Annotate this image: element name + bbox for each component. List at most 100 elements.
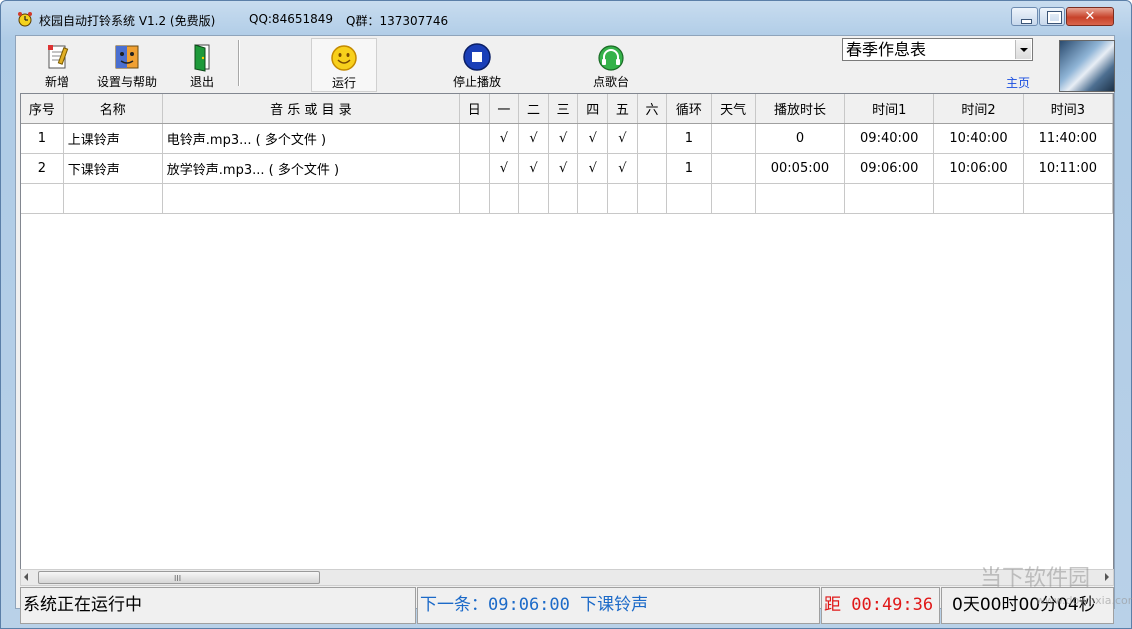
- run-button[interactable]: 运行: [311, 38, 377, 92]
- stop-icon: [463, 43, 491, 71]
- table-row[interactable]: 2 下课铃声 放学铃声.mp3... ( 多个文件 ) √ √ √ √ √ 1 00:05:00 0…: [21, 153, 1113, 184]
- table-cell[interactable]: 10:40:00: [933, 123, 1024, 154]
- table-row[interactable]: [21, 183, 1113, 214]
- table-cell[interactable]: [459, 153, 490, 184]
- table-cell[interactable]: √: [607, 153, 638, 184]
- column-header[interactable]: 循环: [666, 94, 712, 124]
- new-button-label: 新增: [44, 75, 69, 89]
- table-cell[interactable]: 11:40:00: [1023, 123, 1113, 154]
- schedule-table: 序号 名称音 乐 或 目 录日一二三四五六循环 天气 播放时长 时间1 时间2 时间3 1上…: [20, 93, 1114, 570]
- status-bar: 系统正在运行中 下一条：09:06:00 下课铃声 距 00:49:36 0天0…: [20, 568, 1114, 624]
- exit-button[interactable]: 退出: [179, 38, 225, 90]
- table-cell[interactable]: √: [548, 153, 579, 184]
- chevron-down-icon[interactable]: [1015, 40, 1031, 59]
- table-cell[interactable]: [933, 183, 1024, 214]
- table-cell[interactable]: [711, 153, 756, 184]
- banner-image[interactable]: [1059, 40, 1115, 92]
- table-cell[interactable]: [637, 153, 668, 184]
- table-cell[interactable]: 放学铃声.mp3... ( 多个文件 ): [162, 153, 460, 184]
- table-cell[interactable]: 2: [21, 153, 64, 184]
- table-cell[interactable]: [63, 183, 163, 214]
- qq-contact: QQ:84651849: [249, 12, 334, 26]
- table-cell[interactable]: √: [548, 123, 579, 154]
- table-cell[interactable]: [459, 183, 490, 214]
- smiley-icon: [331, 45, 357, 71]
- song-request-label: 点歌台: [592, 75, 629, 89]
- column-header[interactable]: 播放时长: [755, 94, 846, 124]
- exit-button-label: 退出: [189, 75, 214, 89]
- watermark-url: www.downxia.com: [1036, 594, 1132, 607]
- table-cell[interactable]: 10:06:00: [933, 153, 1024, 184]
- column-header[interactable]: 时间2: [933, 94, 1024, 124]
- column-header[interactable]: 日: [459, 94, 490, 124]
- window-title: 校园自动打铃系统 V1.2 (免费版): [39, 14, 216, 28]
- toolbar-separator: [238, 40, 240, 86]
- column-header[interactable]: 五: [607, 94, 638, 124]
- table-cell[interactable]: [607, 183, 638, 214]
- column-header[interactable]: 音 乐 或 目 录: [162, 94, 460, 124]
- table-cell[interactable]: [755, 183, 846, 214]
- table-cell[interactable]: [844, 183, 935, 214]
- schedule-dropdown[interactable]: 春季作息表: [842, 38, 1033, 61]
- close-button[interactable]: ✕: [1066, 7, 1114, 26]
- column-header[interactable]: 四: [577, 94, 609, 124]
- table-cell[interactable]: √: [489, 153, 520, 184]
- stop-playback-label: 停止播放: [452, 75, 501, 89]
- home-link[interactable]: 主页: [1006, 74, 1030, 91]
- close-icon: ✕: [1084, 9, 1096, 24]
- column-header[interactable]: 天气: [711, 94, 756, 124]
- table-cell[interactable]: [518, 183, 549, 214]
- schedule-grid: 序号 名称音 乐 或 目 录日一二三四五六循环 天气 播放时长 时间1 时间2 时间3 1上…: [21, 94, 1113, 214]
- table-row[interactable]: 1 上课铃声 电铃声.mp3... ( 多个文件 ) √ √ √ √ √ 1 0 09:40:00 1…: [21, 123, 1113, 154]
- table-cell[interactable]: √: [489, 123, 520, 154]
- headphones-icon: [598, 45, 624, 71]
- column-header[interactable]: 六: [637, 94, 668, 124]
- table-cell[interactable]: 0: [755, 123, 846, 154]
- table-cell[interactable]: 09:40:00: [844, 123, 935, 154]
- column-header[interactable]: 时间1: [844, 94, 935, 124]
- table-cell[interactable]: 09:06:00: [844, 153, 935, 184]
- table-cell[interactable]: 电铃声.mp3... ( 多个文件 ): [162, 123, 460, 154]
- new-button[interactable]: 新增: [30, 38, 84, 90]
- table-cell[interactable]: [21, 183, 64, 214]
- table-cell[interactable]: [489, 183, 520, 214]
- settings-help-label: 设置与帮助: [96, 75, 157, 89]
- maximize-button[interactable]: [1039, 7, 1065, 26]
- table-cell[interactable]: √: [518, 153, 549, 184]
- table-cell[interactable]: [711, 183, 756, 214]
- table-cell[interactable]: [637, 183, 668, 214]
- stop-playback-button[interactable]: 停止播放: [446, 38, 508, 90]
- table-cell[interactable]: 1: [666, 153, 712, 184]
- title-bar[interactable]: 校园自动打铃系统 V1.2 (免费版) QQ:84651849 Q群：13730…: [1, 1, 1131, 35]
- column-header[interactable]: 时间3: [1023, 94, 1113, 124]
- table-cell[interactable]: [637, 123, 668, 154]
- column-header[interactable]: 一: [489, 94, 520, 124]
- table-cell[interactable]: [548, 183, 579, 214]
- status-next-bell: 下一条：09:06:00 下课铃声: [417, 587, 820, 624]
- table-cell[interactable]: 下课铃声: [63, 153, 163, 184]
- table-cell[interactable]: 上课铃声: [63, 123, 163, 154]
- table-cell[interactable]: √: [577, 123, 609, 154]
- song-request-button[interactable]: 点歌台: [586, 38, 636, 90]
- table-cell[interactable]: [577, 183, 609, 214]
- column-header[interactable]: 三: [548, 94, 579, 124]
- table-cell[interactable]: √: [577, 153, 609, 184]
- table-cell[interactable]: [459, 123, 490, 154]
- table-cell[interactable]: [711, 123, 756, 154]
- table-cell[interactable]: 10:11:00: [1023, 153, 1113, 184]
- settings-help-button[interactable]: 设置与帮助: [92, 38, 162, 90]
- table-cell[interactable]: 1: [666, 123, 712, 154]
- minimize-button[interactable]: [1011, 7, 1038, 26]
- column-header[interactable]: 二: [518, 94, 549, 124]
- column-header[interactable]: 序号: [21, 94, 64, 124]
- table-cell[interactable]: [666, 183, 712, 214]
- table-cell[interactable]: 1: [21, 123, 64, 154]
- status-running: 系统正在运行中: [20, 587, 416, 624]
- column-header[interactable]: 名称: [63, 94, 163, 124]
- table-cell[interactable]: √: [607, 123, 638, 154]
- status-countdown: 距 00:49:36: [821, 587, 940, 624]
- table-cell[interactable]: √: [518, 123, 549, 154]
- table-cell[interactable]: [1023, 183, 1113, 214]
- table-cell[interactable]: 00:05:00: [755, 153, 846, 184]
- table-cell[interactable]: [162, 183, 460, 214]
